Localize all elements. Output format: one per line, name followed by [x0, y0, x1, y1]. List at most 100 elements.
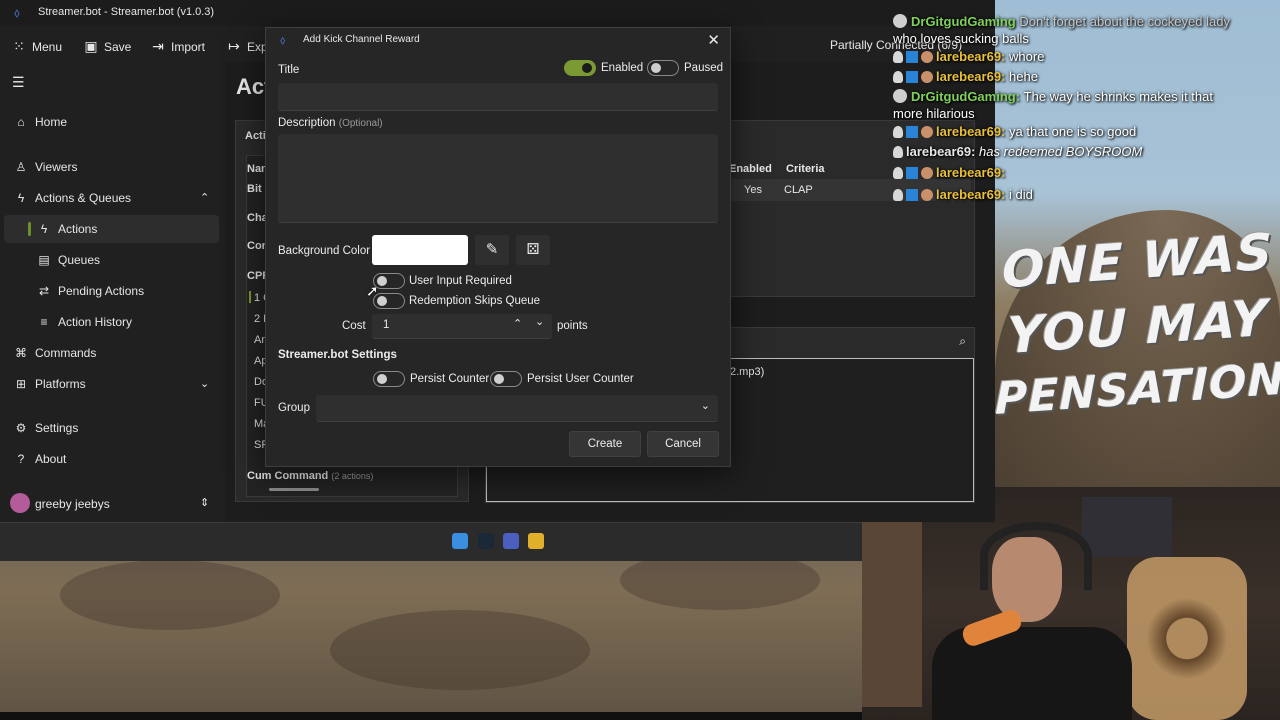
expand-icon[interactable]: ⇕: [200, 496, 209, 509]
sidebar-active-indicator: [28, 222, 31, 236]
chat-text: hehe: [1009, 69, 1038, 84]
background-color-swatch[interactable]: [372, 235, 468, 265]
sidebar-item-pending-actions[interactable]: ⇄ Pending Actions: [37, 284, 144, 298]
prime-badge-icon: [906, 167, 918, 179]
decrement-icon[interactable]: ⌄: [535, 315, 544, 328]
increment-icon[interactable]: ⌃: [513, 317, 522, 330]
chat-text: has redeemed BOYSROOM: [979, 144, 1143, 159]
cancel-button[interactable]: Cancel: [647, 431, 719, 457]
create-button[interactable]: Create: [569, 431, 641, 457]
cost-label: Cost: [342, 320, 366, 332]
chat-message-continued: who loves sucking balls: [893, 31, 1029, 46]
paused-toggle[interactable]: [647, 60, 679, 76]
home-icon: ⌂: [17, 115, 25, 129]
redemption-skips-queue-label: Redemption Skips Queue: [409, 295, 541, 307]
close-icon[interactable]: ✕: [707, 31, 720, 49]
enabled-toggle[interactable]: [564, 60, 596, 76]
horizontal-scrollbar[interactable]: [269, 488, 319, 491]
sidebar-item-label: Platforms: [35, 377, 86, 391]
title-input[interactable]: [278, 83, 718, 111]
sidebar-item-label: Actions & Queues: [35, 191, 132, 205]
chat-message: DrGitgudGaming Don't forget about the co…: [893, 14, 1230, 29]
chat-message: larebear69:: [893, 165, 1005, 180]
random-color-button[interactable]: ⚄: [516, 235, 550, 265]
persist-counter-toggle[interactable]: [373, 371, 405, 387]
mouse-cursor-icon: ➚: [366, 283, 379, 300]
chevron-down-icon[interactable]: ⌄: [200, 377, 209, 390]
sidebar-item-home[interactable]: ⌂ Home: [14, 115, 67, 129]
emote-badge-icon: [921, 71, 933, 83]
sidebar-item-action-history[interactable]: ≡ Action History: [37, 315, 132, 329]
actions-panel-title: Acti: [245, 130, 266, 142]
grid-icon: ⊞: [15, 377, 27, 391]
sidebar-item-label: Actions: [58, 222, 98, 236]
group-row-cum-command[interactable]: Cum Command (2 actions): [247, 470, 373, 482]
chat-text: The way he shrinks makes it that: [1023, 89, 1213, 104]
person-badge-icon: [893, 146, 903, 158]
points-label: points: [557, 320, 588, 332]
sidebar-item-queues[interactable]: ▤ Queues: [37, 253, 100, 267]
sidebar-item-actions[interactable]: ϟ Actions: [37, 222, 98, 236]
sidebar-item-about[interactable]: ? About: [14, 452, 67, 466]
sidebar-item-label: Queues: [58, 253, 101, 267]
webcam-headset: [980, 522, 1092, 590]
chevron-down-icon: ⌄: [700, 400, 710, 412]
chat-username: larebear69:: [906, 144, 976, 159]
export-icon: ↦: [228, 38, 240, 54]
sidebar-item-actions-queues[interactable]: ϟ Actions & Queues: [14, 191, 131, 205]
chat-username: larebear69:: [936, 49, 1006, 64]
file-explorer-icon[interactable]: [528, 533, 544, 549]
persist-user-counter-toggle[interactable]: [490, 371, 522, 387]
background-color-label: Background Color: [278, 245, 371, 257]
persist-user-counter-label: Persist User Counter: [527, 373, 634, 385]
sidebar-item-platforms[interactable]: ⊞ Platforms: [14, 377, 86, 391]
group-label: Group: [278, 402, 310, 414]
chat-message: larebear69: ya that one is so good: [893, 124, 1136, 139]
group-row[interactable]: Bit: [247, 183, 262, 195]
chat-message-continued: more hilarious: [893, 106, 975, 121]
gear-icon: ⚙: [15, 421, 27, 435]
chevron-up-icon[interactable]: ⌃: [200, 191, 209, 204]
avatar: [10, 493, 30, 513]
chat-text: who loves sucking balls: [893, 31, 1029, 46]
window-title: Streamer.bot - Streamer.bot (v1.0.3): [38, 6, 215, 18]
sidebar-item-label: Settings: [35, 421, 79, 435]
chat-message: larebear69: whore: [893, 49, 1044, 64]
command-icon: ⌘: [15, 346, 27, 360]
person-badge-icon: [893, 51, 903, 63]
title-label: Title: [278, 64, 300, 76]
chat-username: larebear69:: [936, 165, 1006, 180]
steam-icon[interactable]: [478, 533, 494, 549]
menu-button[interactable]: ⁙ Menu: [12, 38, 62, 55]
person-badge-icon: [893, 167, 903, 179]
terrain-patch: [330, 610, 590, 690]
search-icon[interactable]: ⌕: [959, 334, 966, 349]
import-button[interactable]: ⇥ Import: [151, 38, 205, 55]
user-name[interactable]: greeby jeebys: [35, 497, 110, 511]
windows-start-icon[interactable]: [452, 533, 468, 549]
save-button[interactable]: ▣ Save: [84, 38, 131, 55]
export-button[interactable]: ↦ Exp: [227, 38, 268, 55]
streamerbot-taskbar-icon[interactable]: [503, 533, 519, 549]
cell-criteria: CLAP: [784, 184, 813, 196]
description-textarea[interactable]: [278, 134, 718, 223]
prime-badge-icon: [906, 51, 918, 63]
chat-username: larebear69:: [936, 69, 1006, 84]
hamburger-icon[interactable]: ☰: [12, 74, 25, 91]
person-badge-icon: [893, 189, 903, 201]
sidebar-item-label: Pending Actions: [58, 284, 145, 298]
webcam-monitor: [1082, 497, 1172, 557]
group-select[interactable]: ⌄: [316, 395, 718, 422]
column-header-enabled: Enabled: [729, 163, 772, 175]
sidebar-item-settings[interactable]: ⚙ Settings: [14, 421, 79, 435]
sidebar-item-viewers[interactable]: ♙ Viewers: [14, 160, 78, 174]
chat-message: larebear69: hehe: [893, 69, 1038, 84]
cost-stepper[interactable]: 1 ⌃ ⌄: [372, 314, 552, 339]
eyedropper-button[interactable]: ✎: [475, 235, 509, 265]
save-label: Save: [104, 40, 132, 54]
sidebar-item-commands[interactable]: ⌘ Commands: [14, 346, 96, 360]
sidebar-item-label: About: [35, 452, 67, 466]
sidebar-item-label: Commands: [35, 346, 97, 360]
description-label: Description (Optional): [278, 117, 383, 129]
taskbar: [0, 522, 862, 561]
